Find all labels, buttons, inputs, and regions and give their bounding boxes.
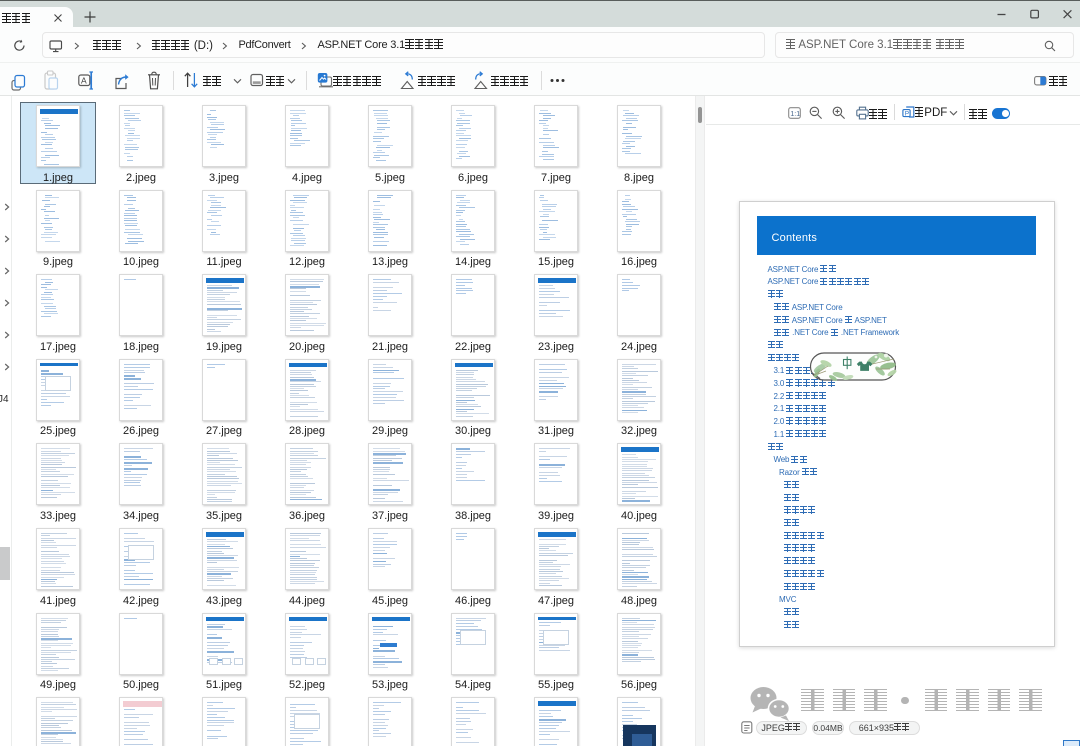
svg-text:1:1: 1:1 [790,110,800,117]
svg-text:P: P [904,110,908,117]
svg-text:A: A [81,76,87,86]
